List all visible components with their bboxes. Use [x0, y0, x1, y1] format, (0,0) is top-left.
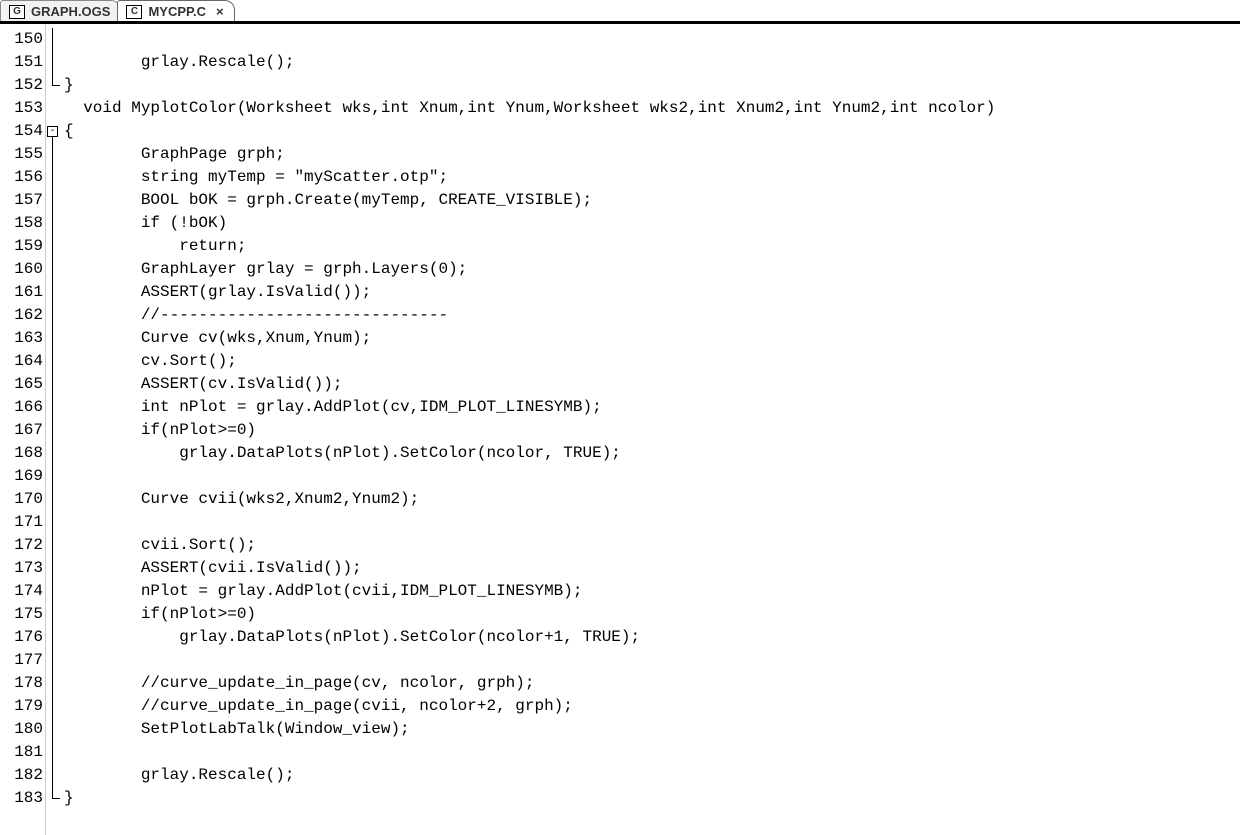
code-area: 1501511521531541551561571581591601611621…: [0, 24, 1240, 835]
line-number: 164: [0, 350, 43, 373]
code-line[interactable]: void MyplotColor(Worksheet wks,int Xnum,…: [64, 97, 1240, 120]
line-number: 180: [0, 718, 43, 741]
code-line[interactable]: ASSERT(cvii.IsValid());: [64, 557, 1240, 580]
code-line[interactable]: //------------------------------: [64, 304, 1240, 327]
line-number: 153: [0, 97, 43, 120]
fold-toggle[interactable]: -: [47, 126, 58, 137]
line-number: 171: [0, 511, 43, 534]
line-number-gutter: 1501511521531541551561571581591601611621…: [0, 24, 46, 835]
line-number: 181: [0, 741, 43, 764]
code-line[interactable]: cvii.Sort();: [64, 534, 1240, 557]
line-number: 163: [0, 327, 43, 350]
line-number: 170: [0, 488, 43, 511]
line-number: 173: [0, 557, 43, 580]
file-icon-ogs: G: [9, 5, 25, 19]
code-line[interactable]: [64, 28, 1240, 51]
code-line[interactable]: //curve_update_in_page(cv, ncolor, grph)…: [64, 672, 1240, 695]
line-number: 167: [0, 419, 43, 442]
line-number: 160: [0, 258, 43, 281]
line-number: 174: [0, 580, 43, 603]
line-number: 157: [0, 189, 43, 212]
code-line[interactable]: string myTemp = "myScatter.otp";: [64, 166, 1240, 189]
code-line[interactable]: [64, 511, 1240, 534]
code-line[interactable]: if(nPlot>=0): [64, 419, 1240, 442]
line-number: 162: [0, 304, 43, 327]
line-number: 151: [0, 51, 43, 74]
line-number: 178: [0, 672, 43, 695]
code-line[interactable]: GraphLayer grlay = grph.Layers(0);: [64, 258, 1240, 281]
line-number: 154: [0, 120, 43, 143]
line-number: 175: [0, 603, 43, 626]
line-number: 159: [0, 235, 43, 258]
line-number: 179: [0, 695, 43, 718]
code-line[interactable]: ASSERT(grlay.IsValid());: [64, 281, 1240, 304]
line-number: 165: [0, 373, 43, 396]
code-line[interactable]: if (!bOK): [64, 212, 1240, 235]
code-line[interactable]: Curve cv(wks,Xnum,Ynum);: [64, 327, 1240, 350]
line-number: 161: [0, 281, 43, 304]
line-number: 150: [0, 28, 43, 51]
code-line[interactable]: grlay.Rescale();: [64, 764, 1240, 787]
tab-label: GRAPH.OGS: [31, 4, 110, 19]
code-line[interactable]: [64, 465, 1240, 488]
close-icon[interactable]: ×: [216, 4, 224, 19]
line-number: 168: [0, 442, 43, 465]
line-number: 155: [0, 143, 43, 166]
code-line[interactable]: grlay.Rescale();: [64, 51, 1240, 74]
line-number: 152: [0, 74, 43, 97]
code-line[interactable]: {: [64, 120, 1240, 143]
code-line[interactable]: Curve cvii(wks2,Xnum2,Ynum2);: [64, 488, 1240, 511]
code-line[interactable]: cv.Sort();: [64, 350, 1240, 373]
code-line[interactable]: }: [64, 74, 1240, 97]
code-line[interactable]: if(nPlot>=0): [64, 603, 1240, 626]
code-line[interactable]: grlay.DataPlots(nPlot).SetColor(ncolor, …: [64, 442, 1240, 465]
line-number: 182: [0, 764, 43, 787]
code-line[interactable]: [64, 649, 1240, 672]
tab-label: MYCPP.C: [148, 4, 206, 19]
tab-mycpp-c[interactable]: C MYCPP.C ×: [117, 0, 234, 21]
code-line[interactable]: ASSERT(cv.IsValid());: [64, 373, 1240, 396]
code-line[interactable]: return;: [64, 235, 1240, 258]
line-number: 172: [0, 534, 43, 557]
code-line[interactable]: BOOL bOK = grph.Create(myTemp, CREATE_VI…: [64, 189, 1240, 212]
line-number: 156: [0, 166, 43, 189]
line-number: 158: [0, 212, 43, 235]
line-number: 166: [0, 396, 43, 419]
line-number: 183: [0, 787, 43, 810]
code-line[interactable]: grlay.DataPlots(nPlot).SetColor(ncolor+1…: [64, 626, 1240, 649]
file-icon-c: C: [126, 5, 142, 19]
line-number: 169: [0, 465, 43, 488]
code-line[interactable]: GraphPage grph;: [64, 143, 1240, 166]
code-line[interactable]: SetPlotLabTalk(Window_view);: [64, 718, 1240, 741]
line-number: 177: [0, 649, 43, 672]
code-content[interactable]: grlay.Rescale();} void MyplotColor(Works…: [62, 24, 1240, 835]
code-line[interactable]: nPlot = grlay.AddPlot(cvii,IDM_PLOT_LINE…: [64, 580, 1240, 603]
fold-column: -: [46, 24, 62, 835]
code-line[interactable]: }: [64, 787, 1240, 810]
code-line[interactable]: [64, 741, 1240, 764]
tab-graph-ogs[interactable]: G GRAPH.OGS: [0, 0, 121, 21]
editor-root: G GRAPH.OGS C MYCPP.C × 1501511521531541…: [0, 0, 1240, 835]
line-number: 176: [0, 626, 43, 649]
code-line[interactable]: //curve_update_in_page(cvii, ncolor+2, g…: [64, 695, 1240, 718]
code-line[interactable]: int nPlot = grlay.AddPlot(cv,IDM_PLOT_LI…: [64, 396, 1240, 419]
tab-bar: G GRAPH.OGS C MYCPP.C ×: [0, 0, 1240, 24]
